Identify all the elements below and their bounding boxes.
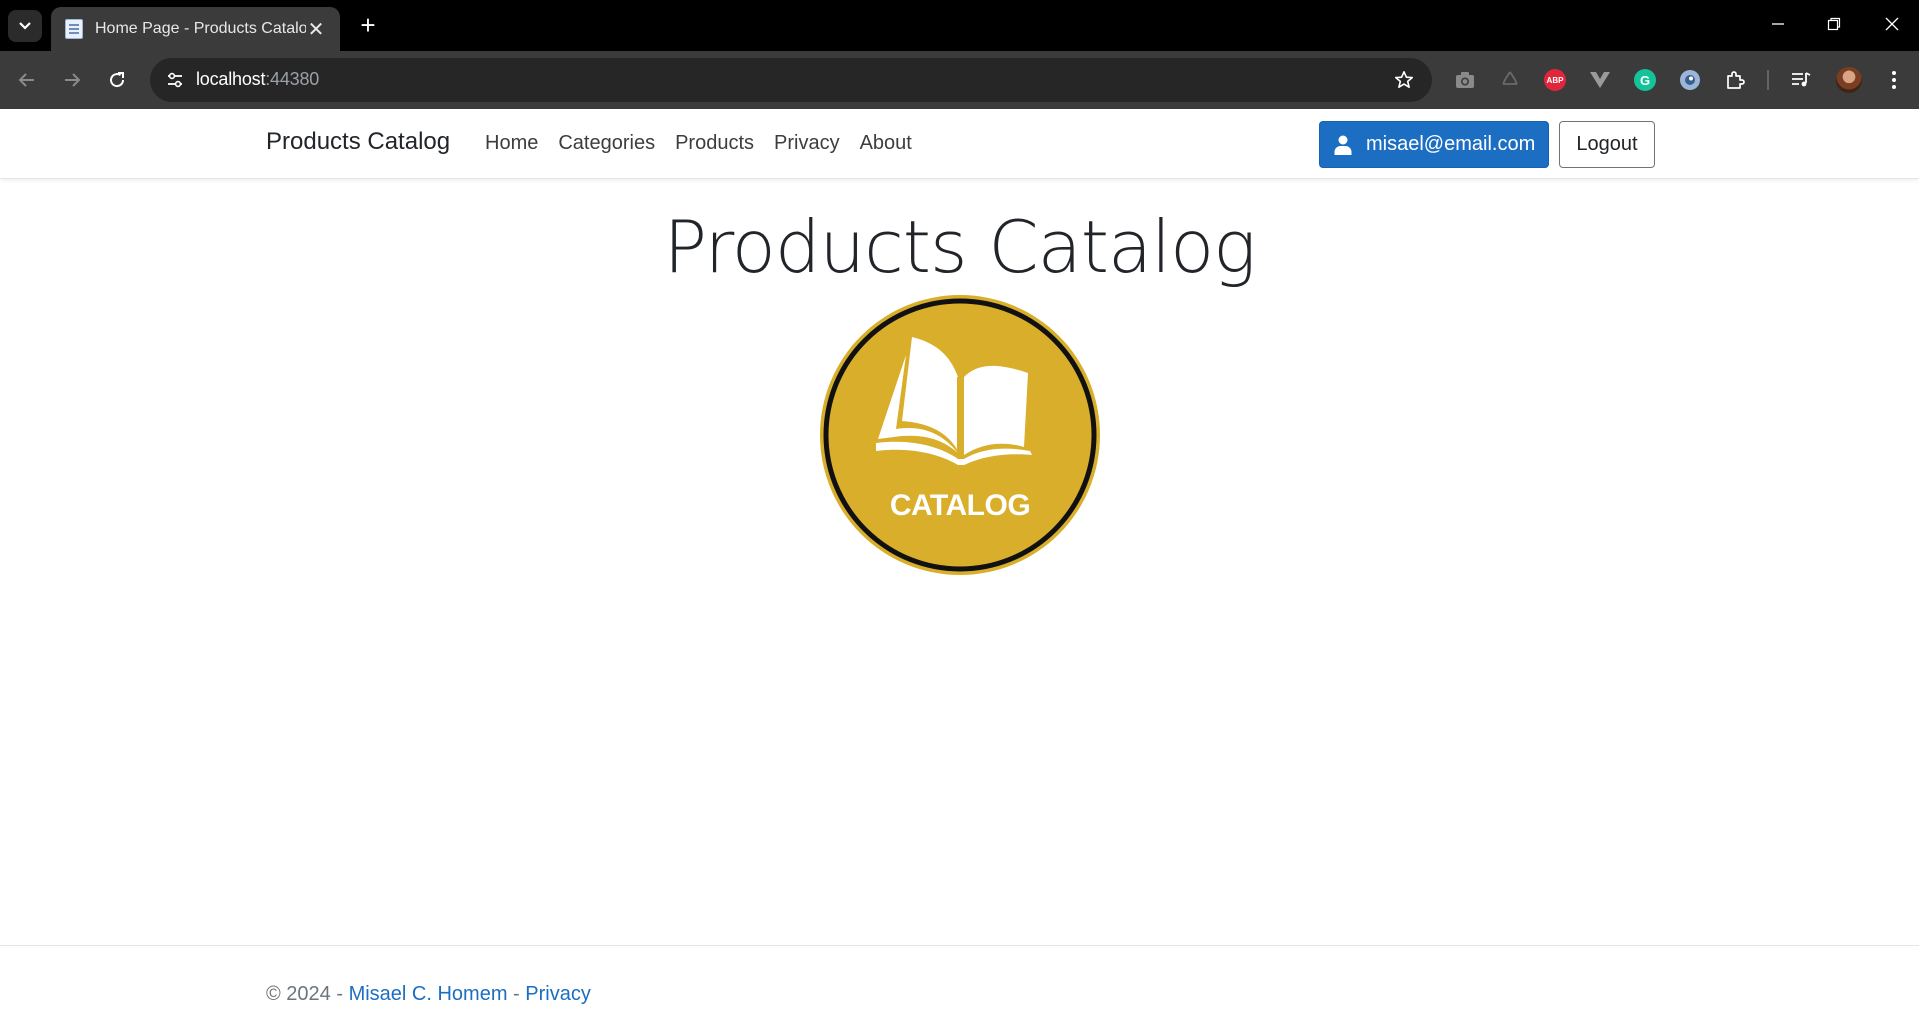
user-icon [1334,135,1352,155]
adblock-badge: ABP [1544,69,1566,91]
tab-search-icon[interactable] [8,10,42,42]
menu-icon[interactable] [1878,64,1910,96]
back-icon[interactable] [10,63,44,97]
camera-icon[interactable] [1449,64,1481,96]
nav-link-privacy[interactable]: Privacy [774,132,840,155]
footer-copyright: © 2024 - [266,983,349,1005]
user-account-button[interactable]: misael@email.com [1319,121,1549,168]
url-text[interactable]: localhost:44380 [196,69,319,90]
navbar-brand[interactable]: Products Catalog [266,128,450,156]
close-icon [1885,17,1899,31]
avatar [1836,67,1862,93]
restore-button[interactable] [1814,8,1854,42]
logo-text: CATALOG [890,489,1030,522]
nav-link-products[interactable]: Products [675,132,754,155]
url-host: localhost [196,69,266,89]
recycle-icon[interactable] [1494,64,1526,96]
nav-links: Home Categories Products Privacy About [485,132,932,155]
catalog-logo: CATALOG [818,293,1102,577]
toolbar-divider [1767,70,1769,90]
footer-author-link[interactable]: Misael C. Homem [349,983,508,1005]
site-footer: © 2024 - Misael C. Homem - Privacy [0,945,1919,1019]
nav-link-home[interactable]: Home [485,132,538,155]
address-bar[interactable]: localhost:44380 [150,58,1432,102]
browser-toolbar: localhost:44380 ABP G [0,51,1919,109]
new-tab-button[interactable]: + [352,10,384,42]
tab-title: Home Page - Products Catalog [95,20,306,37]
url-port: :44380 [265,69,320,89]
profile-button[interactable] [1833,64,1865,96]
vivaldi-icon[interactable] [1584,64,1616,96]
web-page: Products Catalog Home Categories Product… [0,109,1919,1019]
close-window-button[interactable] [1872,8,1912,42]
nav-link-about[interactable]: About [860,132,912,155]
grammarly-badge: G [1634,69,1656,91]
footer-privacy-link[interactable]: Privacy [525,983,591,1005]
restore-icon [1827,17,1841,31]
media-icon[interactable] [1785,64,1817,96]
close-icon[interactable]: ✕ [306,17,326,42]
puzzle-icon[interactable] [1719,64,1751,96]
site-info-icon[interactable] [160,65,190,95]
footer-text: © 2024 - Misael C. Homem - Privacy [266,983,591,1006]
user-email: misael@email.com [1366,133,1536,155]
nav-link-categories[interactable]: Categories [558,132,655,155]
grammarly-icon[interactable]: G [1629,64,1661,96]
site-navbar: Products Catalog Home Categories Product… [0,109,1919,179]
minimize-icon [1772,23,1784,25]
extension-icon[interactable] [1674,64,1706,96]
browser-tabstrip: Home Page - Products Catalog ✕ + [0,0,1919,51]
forward-icon[interactable] [55,63,89,97]
browser-tab[interactable]: Home Page - Products Catalog ✕ [51,7,340,51]
adblock-icon[interactable]: ABP [1539,64,1571,96]
footer-separator: - [507,983,526,1005]
star-icon[interactable] [1390,66,1418,94]
logout-button[interactable]: Logout [1559,121,1655,168]
page-favicon-icon [65,19,83,39]
page-title: Products Catalog [663,205,1257,289]
plus-icon: + [360,10,376,40]
reload-icon[interactable] [100,63,134,97]
minimize-button[interactable] [1758,8,1798,42]
